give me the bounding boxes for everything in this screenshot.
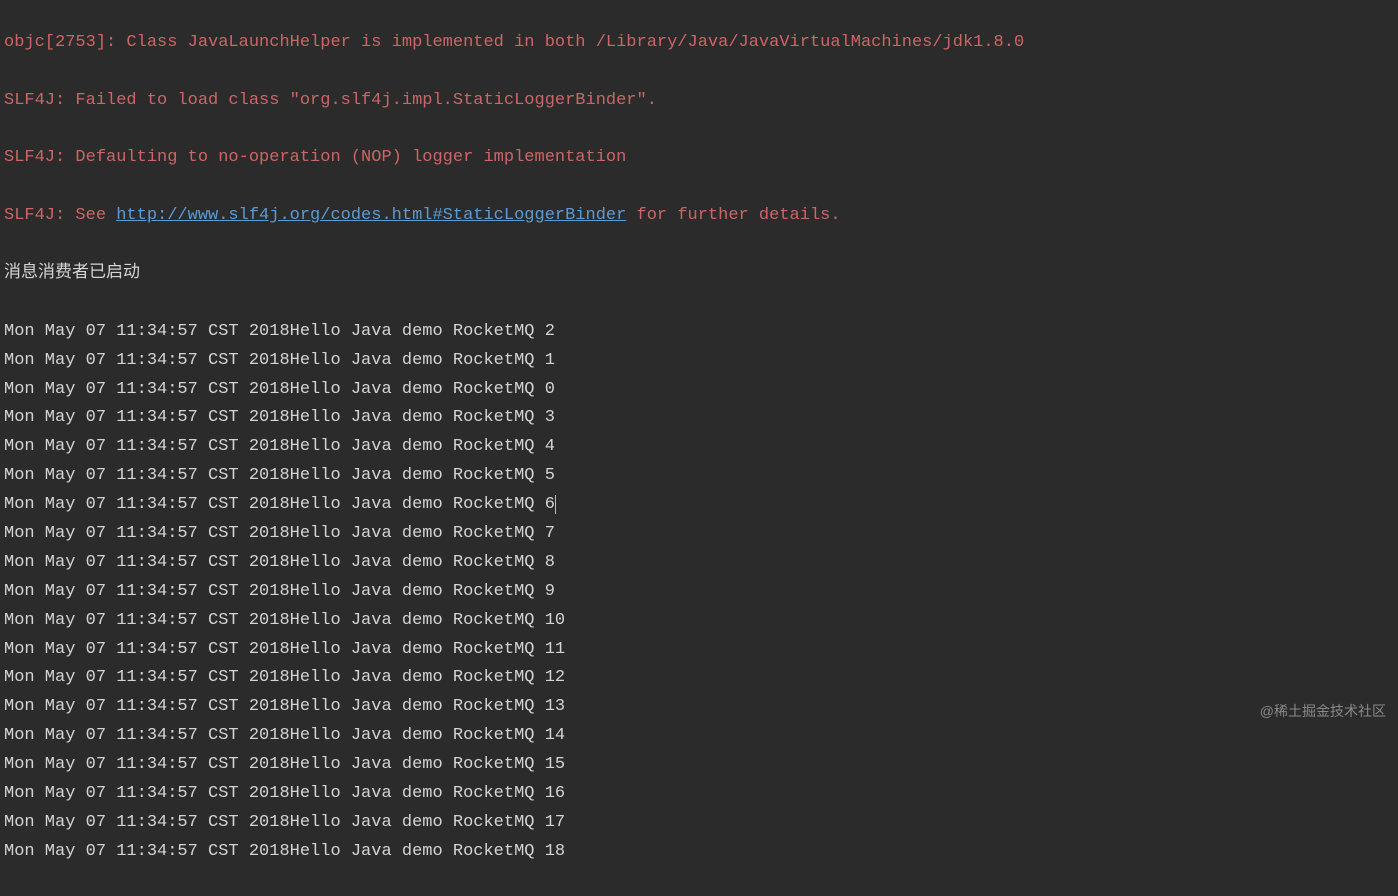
console-output[interactable]: objc[2753]: Class JavaLaunchHelper is im… xyxy=(4,0,1394,896)
log-line-message: Mon May 07 11:34:57 CST 2018Hello Java d… xyxy=(4,607,1394,636)
log-line-slf4j-3: SLF4J: See http://www.slf4j.org/codes.ht… xyxy=(4,202,1394,231)
log-line-message: Mon May 07 11:34:57 CST 2018Hello Java d… xyxy=(4,520,1394,549)
log-line-message: Mon May 07 11:34:57 CST 2018Hello Java d… xyxy=(4,722,1394,751)
consumer-status: 消息消费者已启动 xyxy=(4,260,1394,289)
log-line-message: Mon May 07 11:34:57 CST 2018Hello Java d… xyxy=(4,433,1394,462)
log-line-message: Mon May 07 11:34:57 CST 2018Hello Java d… xyxy=(4,376,1394,405)
slf4j-suffix: for further details. xyxy=(626,206,840,225)
log-line-slf4j-2: SLF4J: Defaulting to no-operation (NOP) … xyxy=(4,144,1394,173)
log-line-message: Mon May 07 11:34:57 CST 2018Hello Java d… xyxy=(4,838,1394,867)
log-line-message: Mon May 07 11:34:57 CST 2018Hello Java d… xyxy=(4,751,1394,780)
log-line-message: Mon May 07 11:34:57 CST 2018Hello Java d… xyxy=(4,491,1394,520)
log-line-message: Mon May 07 11:34:57 CST 2018Hello Java d… xyxy=(4,636,1394,665)
slf4j-prefix: SLF4J: See xyxy=(4,206,116,225)
log-line-message: Mon May 07 11:34:57 CST 2018Hello Java d… xyxy=(4,578,1394,607)
watermark: @稀土掘金技术社区 xyxy=(1260,700,1386,724)
log-line-message: Mon May 07 11:34:57 CST 2018Hello Java d… xyxy=(4,318,1394,347)
log-line-message: Mon May 07 11:34:57 CST 2018Hello Java d… xyxy=(4,404,1394,433)
log-line-message: Mon May 07 11:34:57 CST 2018Hello Java d… xyxy=(4,347,1394,376)
log-line-objc: objc[2753]: Class JavaLaunchHelper is im… xyxy=(4,29,1394,58)
log-line-message: Mon May 07 11:34:57 CST 2018Hello Java d… xyxy=(4,462,1394,491)
slf4j-link[interactable]: http://www.slf4j.org/codes.html#StaticLo… xyxy=(116,206,626,225)
log-line-message: Mon May 07 11:34:57 CST 2018Hello Java d… xyxy=(4,809,1394,838)
log-line-message: Mon May 07 11:34:57 CST 2018Hello Java d… xyxy=(4,549,1394,578)
log-line-slf4j-1: SLF4J: Failed to load class "org.slf4j.i… xyxy=(4,87,1394,116)
log-line-message: Mon May 07 11:34:57 CST 2018Hello Java d… xyxy=(4,780,1394,809)
log-line-message: Mon May 07 11:34:57 CST 2018Hello Java d… xyxy=(4,664,1394,693)
log-line-message: Mon May 07 11:34:57 CST 2018Hello Java d… xyxy=(4,693,1394,722)
